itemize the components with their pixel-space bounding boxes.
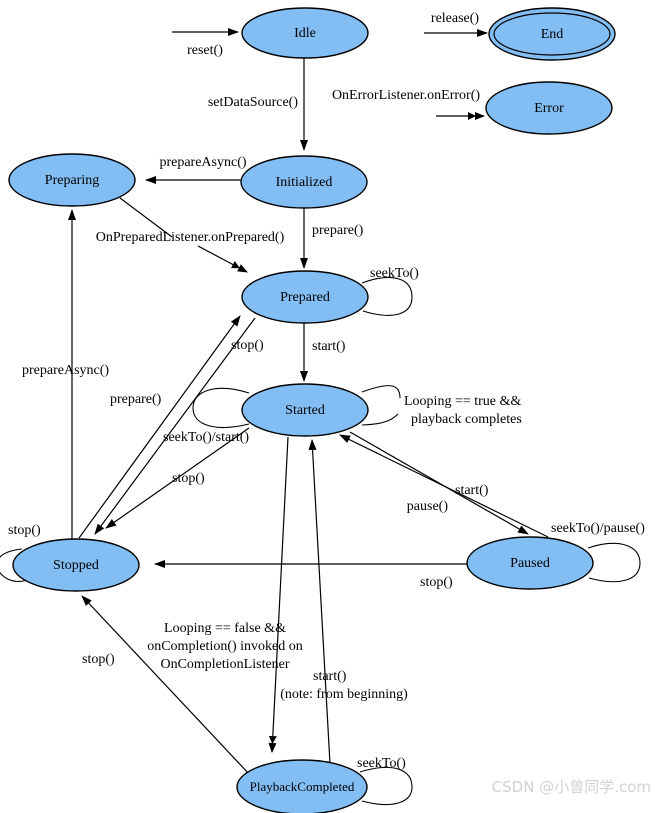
edge-label-prepare-left: prepare() <box>110 392 162 407</box>
state-idle[interactable]: Idle <box>241 7 369 59</box>
state-machine-diagram: reset() release() setDataSource() OnErro… <box>0 7 645 813</box>
edge-label-prepare-right: prepare() <box>312 223 364 238</box>
edge-label-stop-paused-stopped: stop() <box>420 575 453 590</box>
state-initialized[interactable]: Initialized <box>240 155 368 209</box>
edge-label-start-paused: start() <box>455 483 489 498</box>
state-label-stopped: Stopped <box>53 558 99 573</box>
edge-label-stop-pc-stopped: stop() <box>82 652 115 667</box>
edge-label-looping-false-1: Looping == false && <box>164 621 286 636</box>
edge-label-stop-started-stopped: stop() <box>172 471 205 486</box>
state-label-preparing: Preparing <box>45 173 99 188</box>
edge-initialized-to-prepared: prepare() <box>300 206 364 269</box>
state-prepared[interactable]: Prepared <box>241 270 369 324</box>
state-label-end: End <box>541 27 564 42</box>
edge-label-set-data-source: setDataSource() <box>208 95 299 110</box>
edge-label-prepare-async-left: prepareAsync() <box>22 363 109 378</box>
state-label-playbackcompleted: PlaybackCompleted <box>250 779 355 794</box>
edge-stopped-to-preparing: prepareAsync() <box>22 209 109 540</box>
edge-label-seek-to-pc: seekTo() <box>357 756 406 771</box>
state-end[interactable]: End <box>488 7 616 61</box>
edge-label-stop-prepared-stopped: stop() <box>231 338 264 353</box>
edge-label-seek-to-pause: seekTo()/pause() <box>551 521 645 536</box>
state-error[interactable]: Error <box>485 81 613 135</box>
state-preparing[interactable]: Preparing <box>8 153 136 207</box>
edge-label-seek-to-prepared: seekTo() <box>370 266 419 281</box>
edge-prepared-self-loop: seekTo() <box>361 266 419 316</box>
edge-paused-to-stopped: stop() <box>154 560 468 590</box>
edge-label-looping-false-2: onCompletion() invoked on <box>147 639 303 654</box>
edge-label-on-error: OnErrorListener.onError() <box>332 88 480 103</box>
state-label-idle: Idle <box>294 26 316 41</box>
csdn-watermark: CSDN @小曾同学.com <box>491 778 651 796</box>
state-label-error: Error <box>534 101 564 116</box>
edge-label-prepare-async-top: prepareAsync() <box>159 155 246 170</box>
edge-prepared-to-started: start() <box>300 322 346 382</box>
edge-label-seek-to-start: seekTo()/start() <box>163 430 249 445</box>
edge-label-looping-true-1: Looping == true && <box>404 394 521 409</box>
edge-started-self-loop-looping: Looping == true && playback completes <box>361 385 522 427</box>
state-started[interactable]: Started <box>241 383 369 437</box>
state-label-initialized: Initialized <box>276 175 333 190</box>
edge-paused-to-started: start() <box>339 434 549 538</box>
edge-label-release: release() <box>431 11 480 26</box>
state-stopped[interactable]: Stopped <box>12 538 140 592</box>
edge-onerror-to-error: OnErrorListener.onError() <box>332 88 485 120</box>
edge-label-start-prepared-started: start() <box>312 339 346 354</box>
edge-release-to-end: release() <box>424 11 488 37</box>
edge-preparing-to-prepared: OnPreparedListener.onPrepared() <box>96 197 285 273</box>
state-paused[interactable]: Paused <box>466 536 594 590</box>
edge-label-looping-true-2: playback completes <box>411 412 522 427</box>
edge-reset-to-idle: reset() <box>172 28 239 58</box>
edge-label-on-prepared: OnPreparedListener.onPrepared() <box>96 230 285 245</box>
state-playbackcompleted[interactable]: PlaybackCompleted <box>236 759 368 813</box>
edge-label-note-from-beginning: (note: from beginning) <box>280 687 408 702</box>
edge-label-reset: reset() <box>187 43 223 58</box>
edge-started-to-playbackcompleted: Looping == false && onCompletion() invok… <box>147 436 303 753</box>
edge-idle-to-initialized: setDataSource() <box>208 58 308 151</box>
state-label-prepared: Prepared <box>280 290 330 305</box>
state-diagram-canvas: reset() release() setDataSource() OnErro… <box>0 0 665 813</box>
edge-initialized-to-preparing: prepareAsync() <box>145 155 247 184</box>
edge-label-looping-false-3: OnCompletionListener <box>160 657 289 672</box>
edge-label-stop-self-stopped: stop() <box>8 523 41 538</box>
state-label-started: Started <box>285 403 325 418</box>
edge-playbackcompleted-to-started: start() (note: from beginning) <box>280 439 408 765</box>
edge-label-pause: pause() <box>407 499 449 514</box>
state-label-paused: Paused <box>510 556 550 571</box>
edge-label-start-pc: start() <box>313 669 347 684</box>
